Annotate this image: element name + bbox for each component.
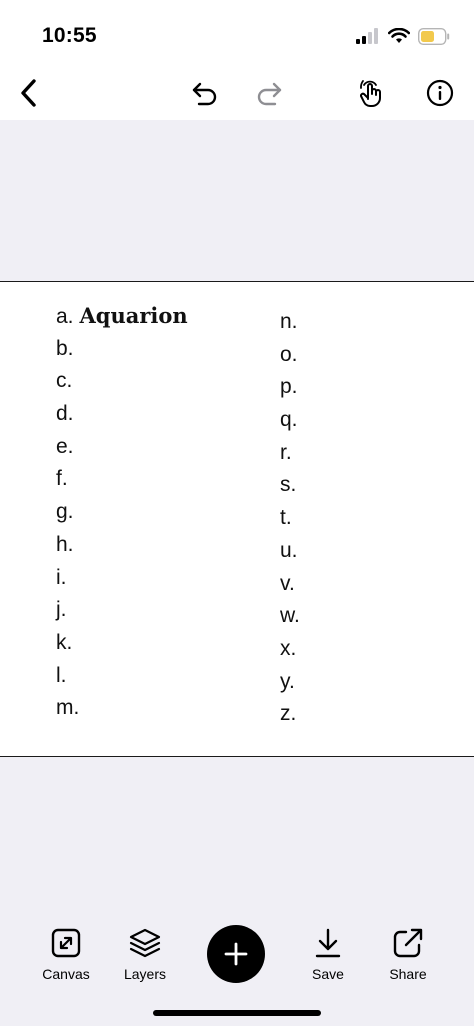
list-item[interactable]: a. Aquarion <box>56 300 188 333</box>
list-item[interactable]: h. <box>56 529 188 562</box>
list-letter: j. <box>56 598 67 622</box>
download-icon <box>311 926 345 960</box>
list-item[interactable]: r. <box>280 437 300 470</box>
list-item[interactable]: b. <box>56 333 188 366</box>
back-button[interactable] <box>10 74 48 112</box>
redo-button[interactable] <box>250 74 288 112</box>
list-item[interactable]: u. <box>280 535 300 568</box>
save-label: Save <box>312 966 344 982</box>
layers-icon <box>128 926 162 960</box>
top-toolbar <box>0 66 474 120</box>
document-page[interactable]: a. Aquarion b. c. d. e. f. g. h. i. j. k. l. m. n. o. p… <box>0 281 474 757</box>
list-letter: e. <box>56 434 74 458</box>
right-column: n. o. p. q. r. s. t. u. v. w. x. y. z. <box>280 306 300 731</box>
list-item[interactable]: p. <box>280 371 300 404</box>
battery-icon <box>418 27 450 45</box>
list-letter: o. <box>280 342 298 366</box>
list-item[interactable]: d. <box>56 398 188 431</box>
undo-icon <box>192 82 217 106</box>
list-item[interactable]: l. <box>56 660 188 693</box>
list-item[interactable]: f. <box>56 463 188 496</box>
add-button[interactable] <box>207 925 265 983</box>
list-letter: l. <box>56 663 67 687</box>
list-letter: z. <box>280 702 297 726</box>
list-item[interactable]: x. <box>280 633 300 666</box>
chevron-left-icon <box>21 79 36 107</box>
list-letter: p. <box>280 375 298 399</box>
resize-canvas-icon <box>49 926 83 960</box>
list-item[interactable]: c. <box>56 365 188 398</box>
list-letter: x. <box>280 636 297 660</box>
list-letter: h. <box>56 532 74 556</box>
list-letter: f. <box>56 467 68 491</box>
canvas-tab[interactable]: Canvas <box>26 926 106 982</box>
list-letter: m. <box>56 696 80 720</box>
wifi-icon <box>388 28 410 43</box>
status-icons <box>356 26 450 46</box>
left-column: a. Aquarion b. c. d. e. f. g. h. i. j. k. l. m. <box>56 300 188 725</box>
save-tab[interactable]: Save <box>288 926 368 982</box>
list-letter: q. <box>280 408 298 432</box>
list-letter: n. <box>280 310 298 333</box>
canvas-area[interactable]: a. Aquarion b. c. d. e. f. g. h. i. j. k. l. m. n. o. p… <box>0 120 474 906</box>
redo-icon <box>257 82 282 106</box>
list-letter: s. <box>280 473 297 497</box>
list-item[interactable]: o. <box>280 339 300 372</box>
list-letter: y. <box>280 669 295 693</box>
layers-tab[interactable]: Layers <box>105 926 185 982</box>
list-item[interactable]: v. <box>280 568 300 601</box>
bottom-toolbar: Canvas Layers Save Share <box>0 906 474 1026</box>
list-letter: a. <box>56 305 74 328</box>
list-item[interactable]: w. <box>280 600 300 633</box>
info-button[interactable] <box>421 74 459 112</box>
list-letter: i. <box>56 565 67 589</box>
info-icon <box>426 79 454 107</box>
list-item[interactable]: m. <box>56 692 188 725</box>
list-letter: c. <box>56 369 73 393</box>
list-letter: t. <box>280 506 292 530</box>
status-bar: 10:55 <box>0 0 474 66</box>
list-item[interactable]: y. <box>280 666 300 699</box>
list-item[interactable]: k. <box>56 627 188 660</box>
plus-icon <box>224 942 248 966</box>
list-item[interactable]: s. <box>280 469 300 502</box>
signal-icon <box>356 28 378 44</box>
list-item[interactable]: j. <box>56 594 188 627</box>
list-letter: r. <box>280 440 292 464</box>
share-icon <box>391 926 425 960</box>
share-tab[interactable]: Share <box>368 926 448 982</box>
home-indicator <box>153 1010 321 1016</box>
layers-label: Layers <box>123 966 167 982</box>
share-label: Share <box>389 966 427 982</box>
list-item[interactable]: t. <box>280 502 300 535</box>
list-letter: g. <box>56 500 74 524</box>
list-item[interactable]: q. <box>280 404 300 437</box>
list-item[interactable]: n. <box>280 306 300 339</box>
canvas-label: Canvas <box>42 966 90 982</box>
list-letter: b. <box>56 336 74 360</box>
list-letter: v. <box>280 571 295 595</box>
touch-mode-button[interactable] <box>352 74 390 112</box>
undo-button[interactable] <box>186 74 224 112</box>
list-entry-text[interactable]: Aquarion <box>80 303 188 328</box>
list-item[interactable]: e. <box>56 431 188 464</box>
list-item[interactable]: z. <box>280 698 300 731</box>
hand-pointer-icon <box>360 80 381 107</box>
list-letter: d. <box>56 402 74 426</box>
list-item[interactable]: g. <box>56 496 188 529</box>
list-letter: w. <box>280 604 300 628</box>
list-letter: u. <box>280 538 298 562</box>
status-time: 10:55 <box>42 24 97 47</box>
list-letter: k. <box>56 630 73 654</box>
list-item[interactable]: i. <box>56 562 188 595</box>
